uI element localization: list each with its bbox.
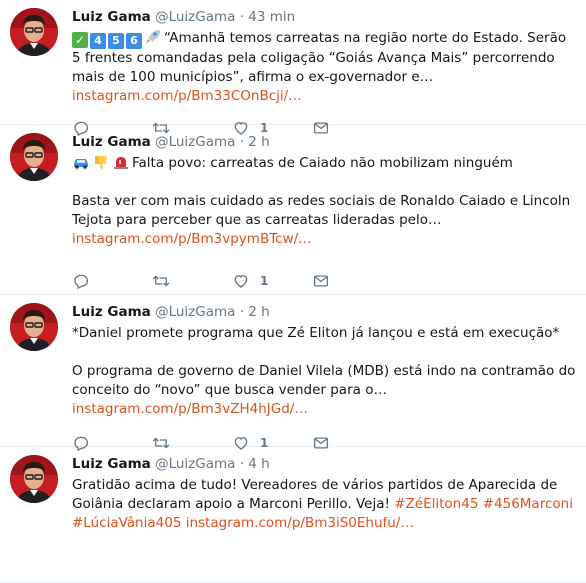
check-mark-icon: ✓ — [72, 32, 88, 48]
keycap-six-icon: 6 — [126, 33, 142, 49]
timestamp[interactable]: 4 h — [248, 456, 269, 472]
reply-icon — [72, 272, 90, 290]
timestamp[interactable]: 2 h — [248, 304, 269, 320]
separator-dot: · — [239, 9, 244, 25]
display-name[interactable]: Luiz Gama — [72, 134, 151, 150]
timestamp[interactable]: 2 h — [248, 134, 269, 150]
user-handle[interactable]: @LuizGama — [155, 9, 235, 25]
hashtag-link[interactable]: #ZéEliton45 — [394, 496, 478, 512]
avatar[interactable] — [10, 455, 58, 503]
separator-dot: · — [239, 304, 244, 320]
hashtag-link[interactable]: #456Marconi — [483, 496, 573, 512]
separator-dot: · — [239, 134, 244, 150]
like-count: 1 — [260, 274, 269, 288]
siren-light-icon — [114, 157, 128, 169]
reply-button[interactable] — [72, 272, 152, 290]
tweet[interactable]: Luiz Gama @LuizGama · 2 h Falta povo: ca… — [0, 125, 586, 295]
tweet-text: *Daniel promete programa que Zé Eliton j… — [72, 324, 576, 419]
tweet-text: Gratidão acima de tudo! Vereadores de vá… — [72, 476, 576, 533]
display-name[interactable]: Luiz Gama — [72, 456, 151, 472]
heart-icon — [232, 272, 250, 290]
rocket-icon — [146, 30, 160, 43]
envelope-icon — [312, 272, 330, 290]
retweet-icon — [152, 272, 170, 290]
tweet-header: Luiz Gama @LuizGama · 43 min — [72, 8, 576, 26]
tweet-link[interactable]: instagram.com/p/Bm33COnBcji/… — [72, 88, 302, 104]
tweet-link[interactable]: instagram.com/p/Bm3vpymBTcw/… — [72, 231, 312, 247]
avatar[interactable] — [10, 303, 58, 351]
direct-message-button[interactable] — [312, 272, 392, 290]
thumbs-down-icon — [95, 156, 107, 170]
tweet-actions: 1 — [72, 263, 576, 299]
tweet-header: Luiz Gama @LuizGama · 2 h — [72, 303, 576, 321]
tweet[interactable]: Luiz Gama @LuizGama · 4 h Gratidão acima… — [0, 447, 586, 583]
avatar[interactable] — [10, 8, 58, 56]
tweet-headline: Falta povo: carreatas de Caiado não mobi… — [132, 155, 513, 171]
tweet[interactable]: Luiz Gama @LuizGama · 43 min ✓ 4 5 6 “Amanhã… — [0, 0, 586, 125]
retweet-button[interactable] — [152, 272, 232, 290]
car-icon — [74, 159, 88, 169]
display-name[interactable]: Luiz Gama — [72, 9, 151, 25]
tweet-header: Luiz Gama @LuizGama · 4 h — [72, 455, 576, 473]
tweet-link[interactable]: instagram.com/p/Bm3vZH4hJGd/… — [72, 401, 308, 417]
keycap-five-icon: 5 — [108, 33, 124, 49]
hashtag-link[interactable]: #LúciaVânia405 — [72, 515, 181, 531]
separator-dot: · — [239, 456, 244, 472]
tweet-body: Basta ver com mais cuidado as redes soci… — [72, 193, 571, 228]
tweet-link[interactable]: instagram.com/p/Bm3iS0Ehufu/… — [186, 515, 414, 531]
user-handle[interactable]: @LuizGama — [155, 456, 235, 472]
keycap-four-icon: 4 — [90, 33, 106, 49]
user-handle[interactable]: @LuizGama — [155, 134, 235, 150]
tweet-text: ✓ 4 5 6 “Amanhã temos carreatas na região no… — [72, 29, 576, 106]
tweet-text: Falta povo: carreatas de Caiado não mobi… — [72, 154, 576, 249]
timestamp[interactable]: 43 min — [248, 9, 295, 25]
tweet-header: Luiz Gama @LuizGama · 2 h — [72, 133, 576, 151]
tweet-body: O programa de governo de Daniel Vilela (… — [72, 363, 576, 398]
like-button[interactable]: 1 — [232, 272, 312, 290]
tweet[interactable]: Luiz Gama @LuizGama · 2 h *Daniel promet… — [0, 295, 586, 447]
display-name[interactable]: Luiz Gama — [72, 304, 151, 320]
avatar[interactable] — [10, 133, 58, 181]
user-handle[interactable]: @LuizGama — [155, 304, 235, 320]
tweet-headline: *Daniel promete programa que Zé Eliton j… — [72, 325, 560, 341]
